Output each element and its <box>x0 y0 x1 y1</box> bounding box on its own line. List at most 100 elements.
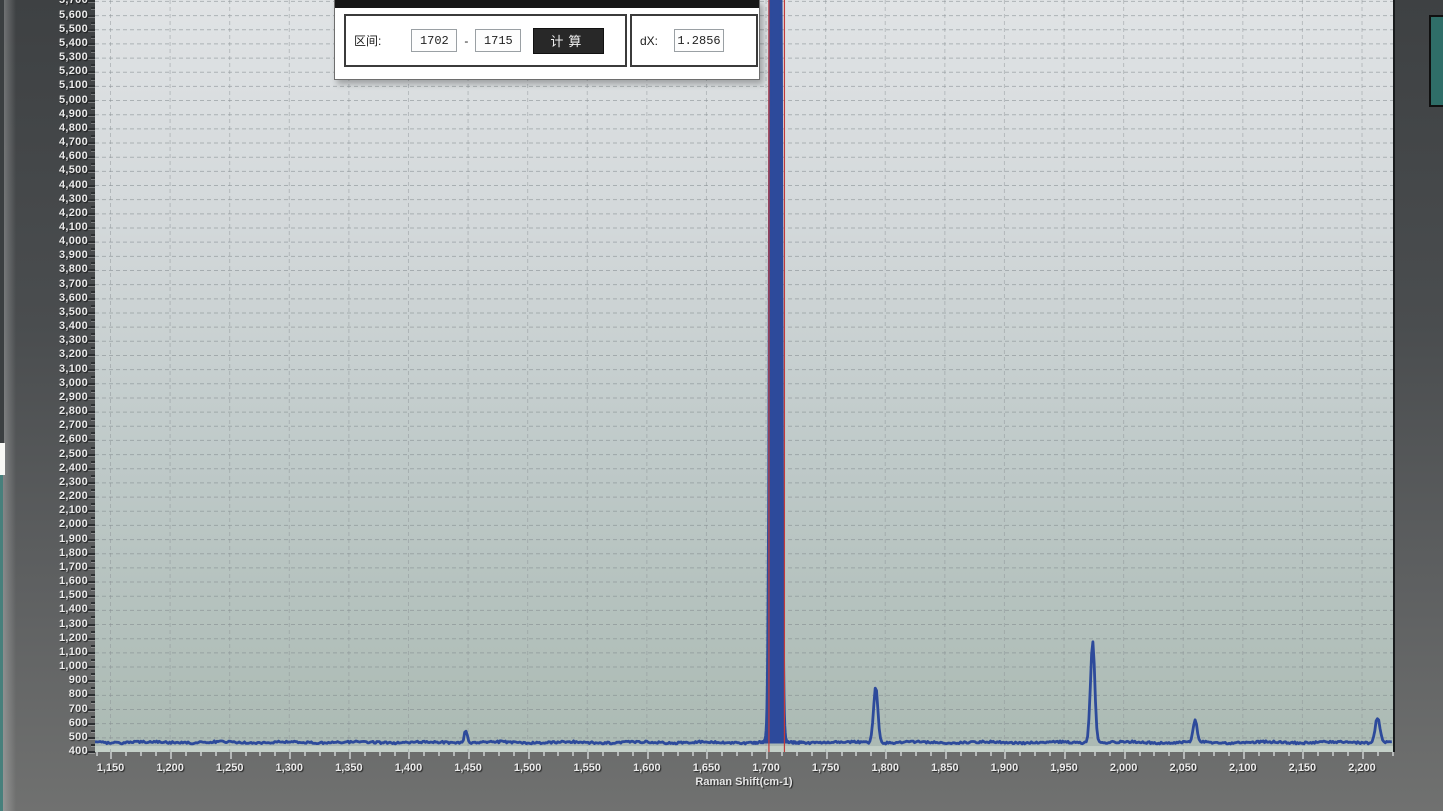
x-axis-tick <box>1064 752 1066 759</box>
y-axis-tick <box>91 135 95 137</box>
x-axis-tick <box>170 752 172 759</box>
x-axis-tick <box>796 752 798 756</box>
x-axis-tick <box>1377 752 1379 756</box>
y-axis-tick <box>91 333 95 335</box>
y-axis-tick <box>91 248 95 250</box>
y-axis-tick <box>91 107 95 109</box>
x-axis-tick <box>930 752 932 756</box>
spectrum-plot-area[interactable] <box>95 0 1395 752</box>
y-tick-label: 4,800 <box>0 122 88 134</box>
x-axis-tick <box>125 752 127 756</box>
x-axis-tick <box>692 752 694 756</box>
y-axis-tick <box>91 121 95 123</box>
x-axis-tick <box>1034 752 1036 756</box>
x-axis-tick <box>602 752 604 756</box>
y-axis-tick <box>88 454 95 456</box>
y-axis-tick <box>91 531 95 533</box>
x-tick-label: 2,050 <box>1153 762 1213 774</box>
y-axis-tick <box>88 156 95 158</box>
x-axis-tick <box>1153 752 1155 756</box>
x-tick-label: 1,800 <box>855 762 915 774</box>
y-tick-label: 4,000 <box>0 235 88 247</box>
y-axis-tick <box>91 234 95 236</box>
x-axis-tick <box>1243 752 1245 759</box>
y-tick-label: 400 <box>0 745 88 757</box>
x-axis-tick <box>811 752 813 756</box>
y-tick-label: 2,100 <box>0 504 88 516</box>
x-axis-tick <box>349 752 351 759</box>
y-axis-tick <box>88 100 95 102</box>
x-axis-tick <box>1109 752 1111 756</box>
y-axis-tick <box>91 560 95 562</box>
y-tick-label: 5,000 <box>0 94 88 106</box>
y-tick-label: 1,700 <box>0 561 88 573</box>
y-axis-tick <box>91 503 95 505</box>
y-axis-tick <box>88 298 95 300</box>
x-axis-tick <box>528 752 530 759</box>
y-axis-tick <box>88 751 95 753</box>
x-axis-tick <box>289 752 291 759</box>
x-axis-tick <box>96 752 98 756</box>
x-axis-tick <box>781 752 783 756</box>
y-tick-label: 4,400 <box>0 179 88 191</box>
x-axis-tick <box>394 752 396 756</box>
y-axis-tick <box>88 0 95 2</box>
interval-from-input[interactable] <box>411 29 457 52</box>
y-axis-tick <box>91 701 95 703</box>
y-tick-label: 4,700 <box>0 136 88 148</box>
left-window-edge-white-segment <box>0 443 5 475</box>
peak-interval-dialog[interactable]: 区间: - 计算 dX: <box>334 0 760 80</box>
y-axis-tick <box>91 92 95 94</box>
x-axis-tick <box>617 752 619 756</box>
y-axis-tick <box>91 602 95 604</box>
y-axis-tick <box>91 390 95 392</box>
x-axis-tick <box>274 752 276 756</box>
x-axis-tick <box>230 752 232 759</box>
y-axis-tick <box>88 510 95 512</box>
x-axis-tick <box>483 752 485 756</box>
x-axis-tick <box>1168 752 1170 756</box>
y-axis-tick <box>88 383 95 385</box>
y-axis-tick <box>91 489 95 491</box>
y-tick-label: 2,400 <box>0 462 88 474</box>
y-tick-label: 4,500 <box>0 164 88 176</box>
y-axis-tick <box>91 461 95 463</box>
x-axis-tick <box>885 752 887 759</box>
y-tick-label: 2,700 <box>0 419 88 431</box>
y-axis-tick <box>91 220 95 222</box>
dx-value-input[interactable] <box>674 29 724 52</box>
y-axis-tick <box>88 737 95 739</box>
y-axis-tick <box>88 29 95 31</box>
y-axis-tick <box>88 185 95 187</box>
y-tick-label: 3,100 <box>0 363 88 375</box>
y-tick-label: 2,300 <box>0 476 88 488</box>
y-axis-tick <box>88 439 95 441</box>
interval-to-input[interactable] <box>475 29 521 52</box>
x-axis-tick <box>945 752 947 759</box>
calculate-button[interactable]: 计算 <box>533 28 604 54</box>
dialog-titlebar[interactable] <box>335 0 759 8</box>
y-axis-tick <box>91 36 95 38</box>
y-tick-label: 3,700 <box>0 278 88 290</box>
spectroscopy-app-window: 4005006007008009001,0001,1001,2001,3001,… <box>0 0 1443 811</box>
x-axis-tick <box>632 752 634 756</box>
y-axis-tick <box>88 312 95 314</box>
x-axis-tick <box>1198 752 1200 756</box>
x-tick-label: 1,650 <box>676 762 736 774</box>
x-tick-label: 1,900 <box>974 762 1034 774</box>
y-tick-label: 1,600 <box>0 575 88 587</box>
y-axis-tick <box>91 64 95 66</box>
y-tick-label: 1,200 <box>0 632 88 644</box>
x-tick-label: 1,200 <box>140 762 200 774</box>
y-tick-label: 3,800 <box>0 263 88 275</box>
y-axis-tick <box>88 468 95 470</box>
y-axis-tick <box>91 574 95 576</box>
y-axis-tick <box>88 581 95 583</box>
x-axis-tick <box>319 752 321 756</box>
y-tick-label: 4,100 <box>0 221 88 233</box>
x-axis-tick <box>1094 752 1096 756</box>
y-tick-label: 500 <box>0 731 88 743</box>
x-axis-tick <box>766 752 768 759</box>
y-axis-tick <box>91 163 95 165</box>
y-axis-tick <box>88 411 95 413</box>
